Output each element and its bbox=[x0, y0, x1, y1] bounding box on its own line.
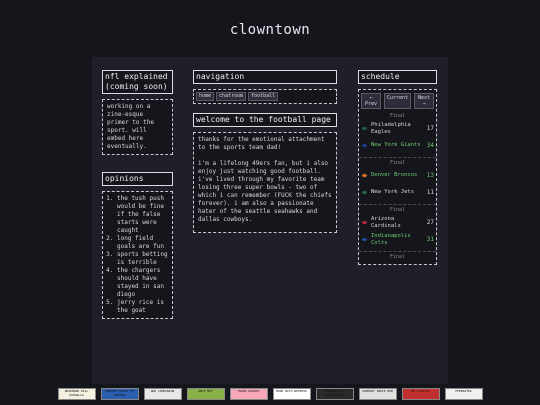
opinion-item: the tush push would be fine if the false… bbox=[117, 195, 168, 235]
team-row: Indianapolis Colts 31 bbox=[359, 231, 436, 248]
welcome-paragraph-1: thanks for the emotional attachment to t… bbox=[198, 136, 325, 151]
footer-badge[interactable]: INDEXED BY MARGINALIA bbox=[315, 388, 354, 400]
team-name: Philadelphia Eagles bbox=[371, 122, 411, 135]
welcome-heading: welcome to the football page bbox=[193, 113, 337, 127]
opinion-item: sports betting is terrible bbox=[117, 251, 168, 267]
team-score: 17 bbox=[426, 124, 434, 132]
main-panel: nfl explained (coming soon) working on a… bbox=[92, 57, 448, 384]
prev-week-button[interactable]: ← Prev bbox=[361, 93, 381, 109]
team-score: 27 bbox=[426, 218, 434, 226]
current-week-button[interactable]: Current bbox=[383, 93, 412, 109]
team-name: Denver Broncos bbox=[371, 172, 418, 179]
opinions-list: the tush push would be fine if the false… bbox=[105, 195, 168, 315]
eagles-logo-icon bbox=[361, 126, 368, 131]
schedule-box: ← Prev Current Next → Final Philadelphia … bbox=[358, 89, 437, 265]
cardinals-logo-icon bbox=[361, 220, 368, 225]
welcome-paragraph-2: i'm a lifelong 49ers fan, but i also enj… bbox=[198, 160, 332, 223]
navigation-heading: navigation bbox=[193, 70, 337, 84]
footer-badge[interactable]: No Cookies bbox=[401, 388, 440, 400]
nfl-explained-heading: nfl explained (coming soon) bbox=[102, 70, 173, 94]
nav-link-home[interactable]: home bbox=[196, 92, 215, 101]
games-list: Final Philadelphia Eagles 17 New York Giant… bbox=[359, 111, 436, 264]
game-card: Final Arizona Cardinals 27 Indianapolis Col… bbox=[359, 204, 436, 251]
game-status: Final bbox=[389, 160, 406, 166]
team-row: Arizona Cardinals 27 bbox=[359, 214, 436, 231]
nav-link-chatroom[interactable]: chatroom bbox=[216, 92, 247, 101]
schedule-nav: ← Prev Current Next → bbox=[359, 90, 436, 111]
footer-badge[interactable]: BOOKMARK KILL PAYWALLS bbox=[57, 388, 96, 400]
game-card: Final bbox=[359, 251, 436, 264]
broncos-logo-icon bbox=[361, 173, 368, 178]
opinions-box: the tush push would be fine if the false… bbox=[102, 191, 173, 319]
navigation-box: home chatroom football bbox=[193, 89, 337, 104]
jets-logo-icon bbox=[361, 190, 368, 195]
team-row: New York Jets 11 bbox=[359, 184, 436, 201]
footer-badge[interactable]: TRANS RIGHTS bbox=[229, 388, 268, 400]
team-score: 11 bbox=[426, 188, 434, 196]
welcome-box: thanks for the emotional attachment to t… bbox=[193, 132, 337, 233]
next-week-button[interactable]: Next → bbox=[413, 93, 434, 109]
team-row: New York Giants 34 bbox=[359, 137, 436, 154]
team-row: Philadelphia Eagles 17 bbox=[359, 120, 436, 137]
opinion-item: long field goals are fun bbox=[117, 235, 168, 251]
left-column: nfl explained (coming soon) working on a… bbox=[102, 70, 173, 319]
game-status: Final bbox=[389, 113, 406, 119]
team-name: New York Giants bbox=[371, 142, 421, 149]
colts-logo-icon bbox=[361, 237, 368, 242]
team-name: Arizona Cardinals bbox=[371, 216, 401, 229]
game-card: Final Philadelphia Eagles 17 New York Giant… bbox=[359, 111, 436, 157]
footer-badge[interactable]: SUPPORT RIGHT TO REPAIR bbox=[100, 388, 139, 400]
game-status: Final bbox=[389, 207, 406, 213]
game-card: Final Denver Broncos 13 New York Jets 11 bbox=[359, 157, 436, 204]
team-score: 13 bbox=[426, 171, 434, 179]
schedule-heading: schedule bbox=[358, 70, 437, 84]
footer-badge[interactable]: MADE WITH NOTEPAD bbox=[272, 388, 311, 400]
team-name: New York Jets bbox=[371, 189, 415, 196]
footer-badge[interactable]: FEDERATED bbox=[444, 388, 483, 400]
nav-link-football[interactable]: football bbox=[248, 92, 279, 101]
nav-links: home chatroom football bbox=[194, 90, 336, 103]
footer-badge[interactable]: GNU COMPANION bbox=[143, 388, 182, 400]
right-column: schedule ← Prev Current Next → Final Phil… bbox=[358, 70, 437, 265]
opinion-item: jerry rice is the goat bbox=[117, 299, 168, 315]
footer-badge[interactable]: SUPPORT INDIE WEB bbox=[358, 388, 397, 400]
team-score: 34 bbox=[426, 141, 434, 149]
opinion-item: the chargers should have stayed in san d… bbox=[117, 267, 168, 299]
nfl-explained-text: working on a zine-esque primer to the sp… bbox=[107, 103, 154, 150]
giants-logo-icon bbox=[361, 143, 368, 148]
center-column: navigation home chatroom football welcome … bbox=[193, 70, 337, 233]
site-title: clowntown bbox=[229, 22, 311, 38]
nfl-explained-box: working on a zine-esque primer to the sp… bbox=[102, 99, 173, 155]
footer-badge[interactable]: ANTI NFT bbox=[186, 388, 225, 400]
footer-badges: BOOKMARK KILL PAYWALLS SUPPORT RIGHT TO R… bbox=[0, 388, 540, 402]
opinions-heading: opinions bbox=[102, 172, 173, 186]
game-status: Final bbox=[389, 254, 406, 260]
team-name: Indianapolis Colts bbox=[371, 233, 411, 246]
team-row: Denver Broncos 13 bbox=[359, 167, 436, 184]
team-score: 31 bbox=[426, 235, 434, 243]
